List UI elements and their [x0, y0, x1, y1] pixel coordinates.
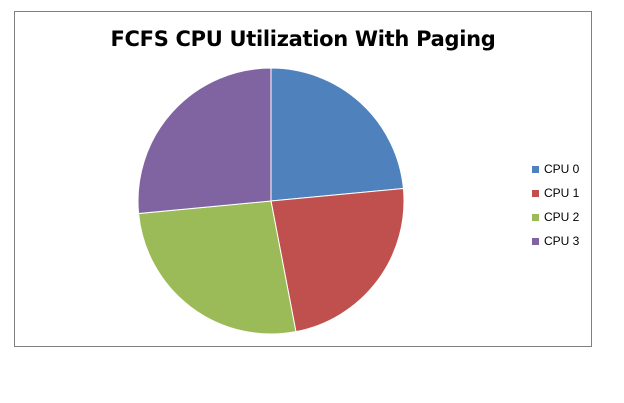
- pie-slice-cpu-3: [137, 67, 272, 215]
- pie-chart: [137, 67, 405, 335]
- legend-swatch: [532, 189, 539, 197]
- chart-legend: CPU 0 CPU 1 CPU 2 CPU 3: [532, 157, 579, 253]
- legend-item: CPU 2: [532, 205, 579, 229]
- legend-swatch: [532, 165, 539, 173]
- legend-item: CPU 1: [532, 181, 579, 205]
- chart-frame: FCFS CPU Utilization With Paging CPU 0 CP…: [14, 11, 592, 347]
- pie-slice-cpu-0: [270, 67, 404, 202]
- legend-swatch: [532, 237, 539, 245]
- legend-swatch: [532, 213, 539, 221]
- pie-slice-cpu-2: [138, 200, 297, 335]
- legend-label: CPU 2: [544, 210, 580, 224]
- legend-item: CPU 3: [532, 229, 579, 253]
- legend-item: CPU 0: [532, 157, 579, 181]
- legend-label: CPU 1: [544, 186, 580, 200]
- legend-label: CPU 0: [544, 162, 580, 176]
- legend-label: CPU 3: [544, 234, 580, 248]
